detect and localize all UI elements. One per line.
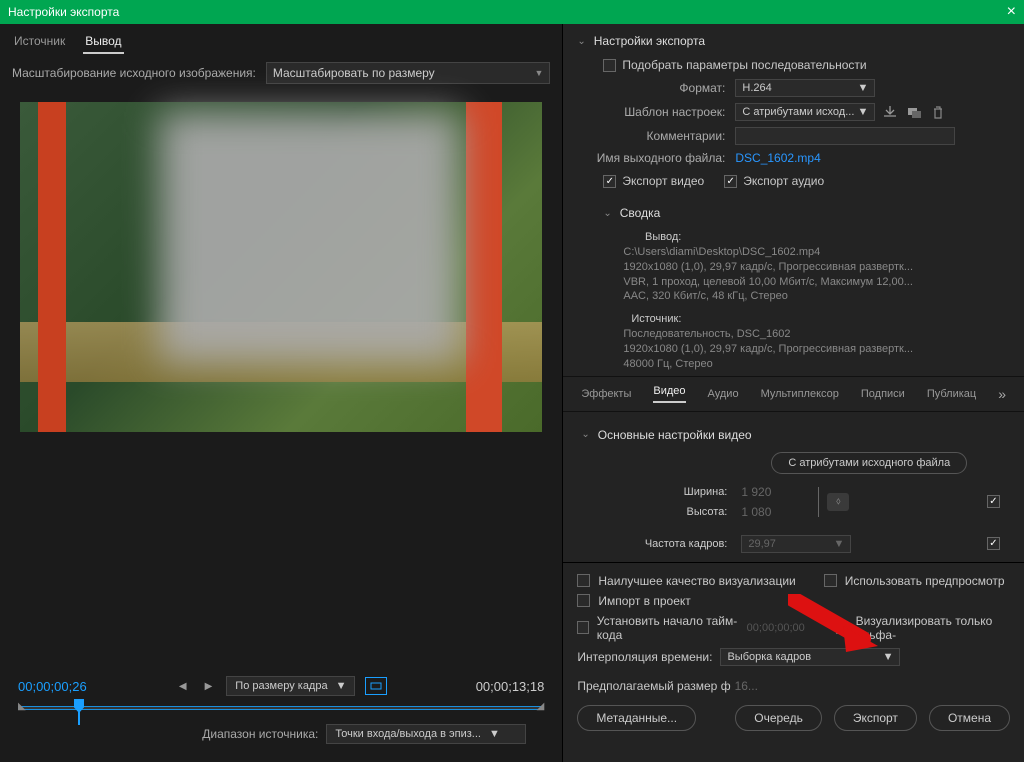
out-point-icon[interactable]: ◢ bbox=[537, 701, 545, 712]
summary-source: Источник: Последовательность, DSC_1602 1… bbox=[563, 308, 1024, 375]
format-select[interactable]: H.264 ▼ bbox=[735, 79, 875, 97]
export-video-checkbox[interactable] bbox=[603, 175, 616, 188]
fps-select[interactable]: 29,97 ▼ bbox=[741, 535, 851, 553]
chevron-down-icon: ▼ bbox=[534, 68, 543, 78]
right-panel: ⌄ Настройки экспорта Подобрать параметры… bbox=[563, 24, 1024, 762]
render-alpha-checkbox[interactable] bbox=[836, 621, 847, 634]
in-point-icon[interactable]: ◣ bbox=[18, 701, 26, 712]
height-value[interactable]: 1 080 bbox=[741, 505, 801, 519]
queue-button[interactable]: Очередь bbox=[735, 705, 822, 731]
tab-output[interactable]: Вывод bbox=[83, 30, 123, 54]
best-quality-checkbox[interactable] bbox=[577, 574, 590, 587]
best-quality-label: Наилучшее качество визуализации bbox=[598, 574, 795, 588]
step-back-icon[interactable]: ◀ bbox=[175, 681, 191, 692]
timecode-current[interactable]: 00;00;00;26 bbox=[18, 679, 87, 694]
link-dimensions-icon[interactable]: ⬨ bbox=[827, 493, 849, 511]
export-audio-checkbox[interactable] bbox=[724, 175, 737, 188]
tab-publish[interactable]: Публикац bbox=[927, 388, 976, 400]
chevron-down-icon: ▼ bbox=[857, 82, 868, 94]
summary-output: Вывод: C:\Users\diami\Desktop\DSC_1602.m… bbox=[563, 226, 1024, 308]
tab-audio[interactable]: Аудио bbox=[708, 388, 739, 400]
source-range-select[interactable]: Точки входа/выхода в эпиз... ▼ bbox=[326, 724, 526, 744]
chevron-down-icon[interactable]: ⌄ bbox=[603, 208, 611, 219]
aspect-crop-button[interactable] bbox=[365, 677, 387, 695]
import-preset-icon[interactable] bbox=[905, 104, 923, 120]
set-timecode-checkbox[interactable] bbox=[577, 621, 588, 634]
export-video-label: Экспорт видео bbox=[622, 174, 704, 188]
timeline-track[interactable]: ◣ ◢ bbox=[18, 706, 544, 710]
left-panel: Источник Вывод Масштабирование исходного… bbox=[0, 24, 563, 762]
fps-match-checkbox[interactable] bbox=[987, 537, 1000, 550]
interp-label: Интерполяция времени: bbox=[577, 650, 712, 664]
export-settings-title: Настройки экспорта bbox=[594, 34, 705, 48]
timecode-placeholder: 00;00;00;00 bbox=[747, 622, 805, 634]
comments-input[interactable] bbox=[735, 127, 955, 145]
match-sequence-checkbox[interactable] bbox=[603, 59, 616, 72]
scale-select[interactable]: Масштабировать по размеру ▼ bbox=[266, 62, 551, 84]
width-value[interactable]: 1 920 bbox=[741, 485, 801, 499]
export-button[interactable]: Экспорт bbox=[834, 705, 917, 731]
tab-captions[interactable]: Подписи bbox=[861, 388, 905, 400]
dimensions-match-checkbox[interactable] bbox=[987, 495, 1000, 508]
fps-label: Частота кадров: bbox=[581, 538, 741, 550]
import-project-checkbox[interactable] bbox=[577, 594, 590, 607]
use-preview-checkbox[interactable] bbox=[824, 574, 837, 587]
output-name-label: Имя выходного файла: bbox=[575, 151, 725, 165]
step-fwd-icon[interactable]: ▶ bbox=[201, 681, 217, 692]
estimated-size-label: Предполагаемый размер ф bbox=[577, 679, 730, 693]
chevron-down-icon: ▼ bbox=[833, 538, 844, 550]
chevron-down-icon: ▼ bbox=[883, 651, 894, 663]
close-icon[interactable]: × bbox=[1007, 3, 1016, 21]
use-preview-label: Использовать предпросмотр bbox=[845, 574, 1005, 588]
source-range-label: Диапазон источника: bbox=[202, 727, 318, 741]
export-audio-label: Экспорт аудио bbox=[743, 174, 824, 188]
estimated-size-value: 16... bbox=[735, 679, 758, 693]
chevron-down-icon: ▼ bbox=[857, 106, 868, 118]
match-source-button[interactable]: С атрибутами исходного файла bbox=[771, 452, 967, 474]
chevron-down-icon[interactable]: ⌄ bbox=[577, 36, 585, 47]
summary-title: Сводка bbox=[620, 206, 661, 220]
output-filename-link[interactable]: DSC_1602.mp4 bbox=[735, 151, 820, 165]
save-preset-icon[interactable] bbox=[881, 104, 899, 120]
window-title: Настройки экспорта bbox=[8, 5, 119, 19]
format-label: Формат: bbox=[575, 81, 725, 95]
timecode-end: 00;00;13;18 bbox=[476, 679, 545, 694]
scale-label: Масштабирование исходного изображения: bbox=[12, 66, 256, 80]
metadata-button[interactable]: Метаданные... bbox=[577, 705, 696, 731]
set-timecode-label: Установить начало тайм-кода bbox=[597, 614, 739, 642]
preset-select[interactable]: С атрибутами исход... ▼ bbox=[735, 103, 875, 121]
chevron-down-icon: ▼ bbox=[336, 680, 347, 692]
comments-label: Комментарии: bbox=[575, 129, 725, 143]
width-label: Ширина: bbox=[581, 486, 741, 498]
fit-select[interactable]: По размеру кадра ▼ bbox=[226, 676, 355, 696]
tab-video[interactable]: Видео bbox=[653, 385, 685, 403]
render-alpha-label: Визуализировать только альфа- bbox=[856, 614, 1010, 642]
delete-preset-icon[interactable] bbox=[929, 104, 947, 120]
height-label: Высота: bbox=[581, 506, 741, 518]
chevron-down-icon: ▼ bbox=[489, 728, 500, 740]
more-tabs-icon[interactable]: » bbox=[998, 386, 1006, 402]
cancel-button[interactable]: Отмена bbox=[929, 705, 1010, 731]
tab-effects[interactable]: Эффекты bbox=[581, 388, 631, 400]
tab-source[interactable]: Источник bbox=[12, 30, 67, 54]
tab-mux[interactable]: Мультиплексор bbox=[761, 388, 839, 400]
interp-select[interactable]: Выборка кадров ▼ bbox=[720, 648, 900, 666]
import-project-label: Импорт в проект bbox=[598, 594, 690, 608]
preset-label: Шаблон настроек: bbox=[575, 105, 725, 119]
chevron-down-icon[interactable]: ⌄ bbox=[581, 429, 589, 440]
basic-video-title: Основные настройки видео bbox=[598, 428, 752, 442]
match-sequence-label: Подобрать параметры последовательности bbox=[622, 58, 866, 72]
preview-area bbox=[20, 102, 542, 432]
